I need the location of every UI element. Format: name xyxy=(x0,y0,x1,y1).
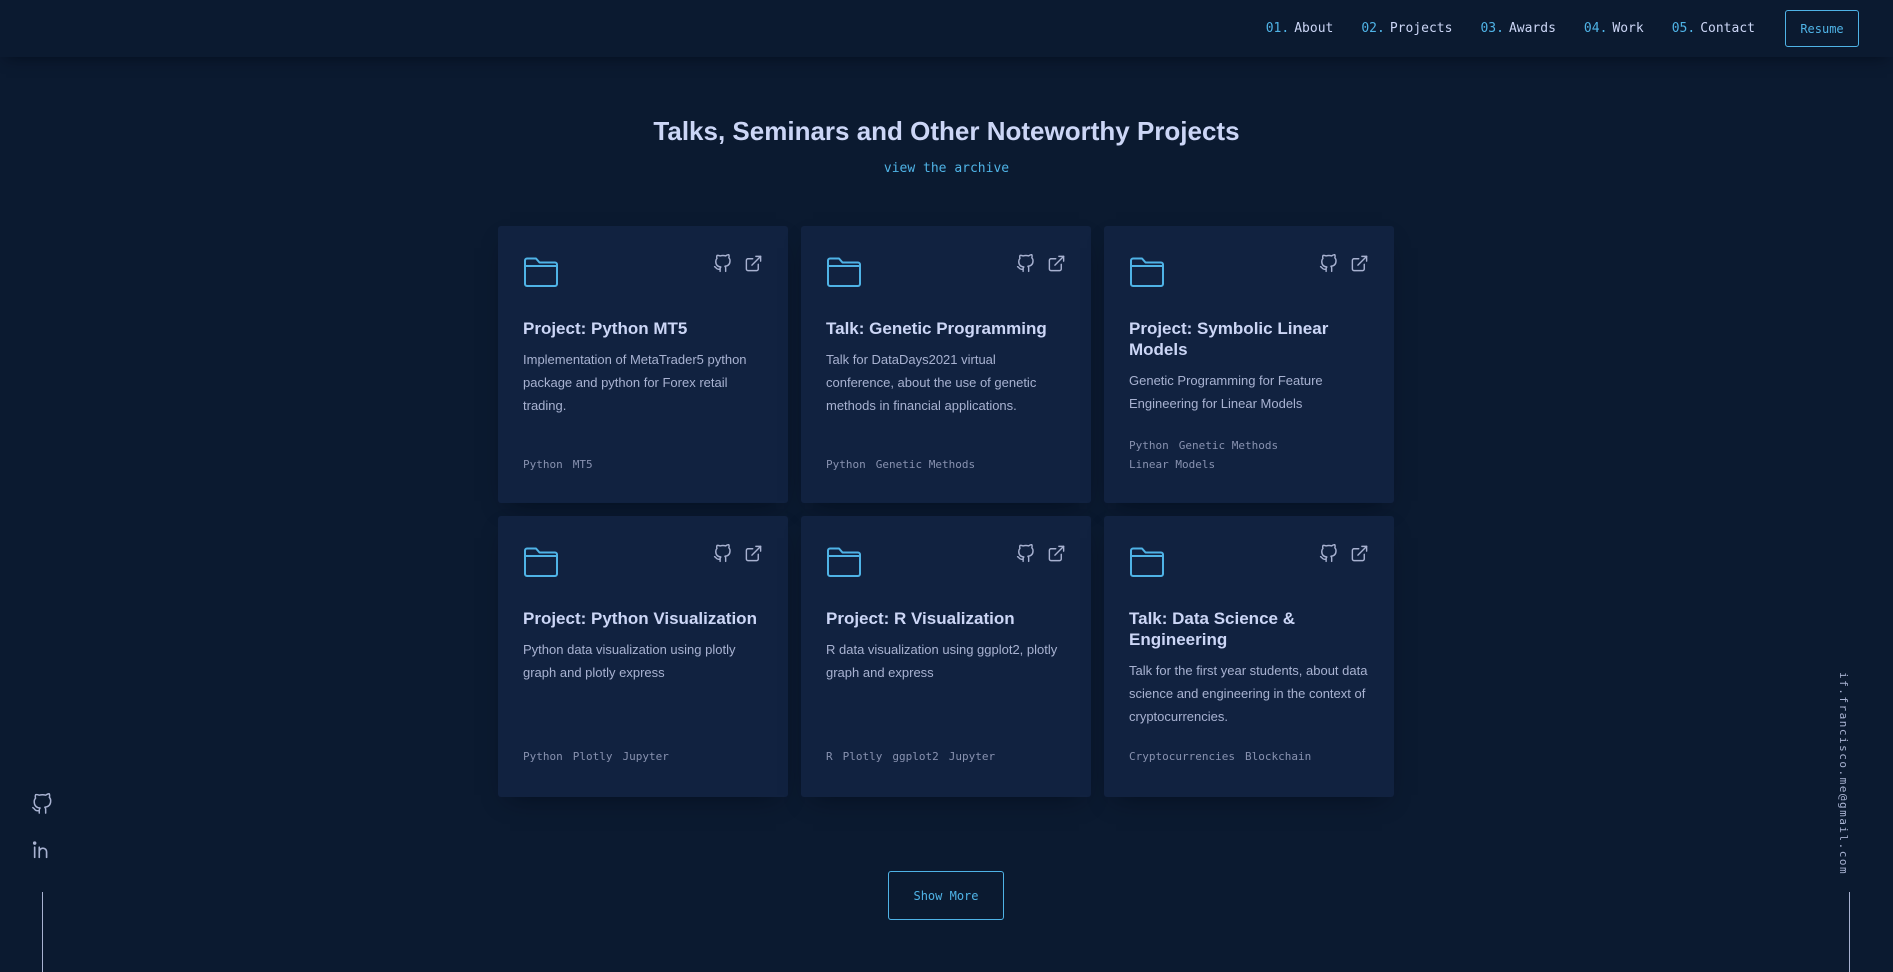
tech-tag-list: Python Genetic Methods Linear Models xyxy=(1129,436,1369,474)
card-links xyxy=(713,544,763,563)
project-card[interactable]: Talk: Genetic Programming Talk for DataDa… xyxy=(801,226,1091,503)
tech-tag: Jupyter xyxy=(622,750,669,763)
tech-tag: Python xyxy=(1129,439,1169,452)
nav-item-number: 05. xyxy=(1671,21,1696,36)
tech-tag-list: Python Genetic Methods xyxy=(826,455,1066,474)
github-icon[interactable] xyxy=(1016,254,1035,273)
project-description: Python data visualization using plotly g… xyxy=(523,642,736,680)
nav-item-number: 04. xyxy=(1583,21,1608,36)
tech-tag: Cryptocurrencies xyxy=(1129,750,1235,763)
tech-tag: ggplot2 xyxy=(892,750,939,763)
card-header xyxy=(826,544,1066,588)
card-header xyxy=(1129,544,1369,588)
nav-item-label: Projects xyxy=(1389,21,1453,36)
project-card[interactable]: Project: Symbolic Linear Models Genetic P… xyxy=(1104,226,1394,503)
project-description: Talk for the first year students, about … xyxy=(1129,663,1368,724)
nav-item-number: 03. xyxy=(1480,21,1504,36)
card-header xyxy=(826,254,1066,298)
tech-tag: Linear Models xyxy=(1129,458,1216,471)
nav-item-label: Awards xyxy=(1508,21,1556,36)
nav-item-about[interactable]: 01. About xyxy=(1266,21,1334,36)
tech-tag-list: Python Plotly Jupyter xyxy=(523,747,763,766)
card-links xyxy=(1016,544,1066,563)
left-vertical-line xyxy=(42,892,43,972)
project-title[interactable]: Project: Python Visualization xyxy=(523,608,763,629)
tech-tag: Plotly xyxy=(572,750,613,763)
folder-icon xyxy=(1129,256,1165,288)
project-card[interactable]: Project: R Visualization R data visualiza… xyxy=(801,516,1091,797)
tech-tag: Python xyxy=(826,458,866,471)
nav-item-number: 01. xyxy=(1265,21,1290,36)
right-vertical-line xyxy=(1849,892,1850,972)
tech-tag: Python xyxy=(523,750,563,763)
external-link-icon[interactable] xyxy=(744,254,763,273)
project-card[interactable]: Project: Python MT5 Implementation of Met… xyxy=(498,226,788,503)
github-icon[interactable] xyxy=(1319,254,1338,273)
tech-tag: R xyxy=(826,750,833,763)
project-card[interactable]: Project: Python Visualization Python data… xyxy=(498,516,788,797)
resume-button[interactable]: Resume xyxy=(1785,10,1859,47)
projects-grid: Project: Python MT5 Implementation of Met… xyxy=(498,226,1394,797)
show-more-button[interactable]: Show More xyxy=(888,871,1004,920)
external-link-icon[interactable] xyxy=(1350,254,1369,273)
email-link[interactable]: if.francisco.me@gmail.com xyxy=(1837,672,1850,875)
tech-tag: Blockchain xyxy=(1244,750,1312,763)
tech-tag-list: Cryptocurrencies Blockchain xyxy=(1129,747,1369,766)
folder-icon xyxy=(1129,546,1165,578)
folder-icon xyxy=(523,546,559,578)
card-header xyxy=(523,544,763,588)
folder-icon xyxy=(826,546,862,578)
project-title[interactable]: Talk: Data Science & Engineering xyxy=(1129,608,1369,650)
view-archive-link[interactable]: view the archive xyxy=(0,161,1893,176)
nav-item-work[interactable]: 04. Work xyxy=(1584,21,1644,36)
nav-item-contact[interactable]: 05. Contact xyxy=(1672,21,1755,36)
top-navbar: 01. About 02. Projects 03. Awards 04. Wo… xyxy=(0,0,1893,57)
card-links xyxy=(1319,254,1369,273)
project-description: Talk for DataDays2021 virtual conference… xyxy=(826,352,1037,413)
tech-tag: Jupyter xyxy=(948,750,996,763)
nav-menu: 01. About 02. Projects 03. Awards 04. Wo… xyxy=(1238,10,1859,47)
project-title[interactable]: Project: R Visualization xyxy=(826,608,1066,629)
tech-tag-list: Python MT5 xyxy=(523,455,763,474)
nav-item-label: Work xyxy=(1612,21,1644,36)
card-header xyxy=(1129,254,1369,298)
project-title[interactable]: Talk: Genetic Programming xyxy=(826,318,1066,339)
folder-icon xyxy=(523,256,559,288)
github-icon[interactable] xyxy=(1319,544,1338,563)
project-title[interactable]: Project: Symbolic Linear Models xyxy=(1129,318,1369,360)
external-link-icon[interactable] xyxy=(1047,254,1066,273)
project-description: Implementation of MetaTrader5 python pac… xyxy=(523,352,747,413)
social-links xyxy=(31,793,55,885)
project-title[interactable]: Project: Python MT5 xyxy=(523,318,763,339)
linkedin-icon[interactable] xyxy=(31,839,53,861)
tech-tag: Genetic Methods xyxy=(875,458,976,471)
card-links xyxy=(1319,544,1369,563)
section-title: Talks, Seminars and Other Noteworthy Pro… xyxy=(653,116,1240,146)
github-icon[interactable] xyxy=(713,544,732,563)
github-icon[interactable] xyxy=(31,793,53,815)
nav-item-label: About xyxy=(1294,21,1334,36)
tech-tag: MT5 xyxy=(572,458,593,471)
github-icon[interactable] xyxy=(1016,544,1035,563)
tech-tag-list: R Plotly ggplot2 Jupyter xyxy=(826,747,1066,766)
folder-icon xyxy=(826,256,862,288)
external-link-icon[interactable] xyxy=(744,544,763,563)
nav-item-projects[interactable]: 02. Projects xyxy=(1361,21,1452,36)
external-link-icon[interactable] xyxy=(1047,544,1066,563)
card-header xyxy=(523,254,763,298)
tech-tag: Plotly xyxy=(842,750,883,763)
card-links xyxy=(713,254,763,273)
external-link-icon[interactable] xyxy=(1350,544,1369,563)
project-description: Genetic Programming for Feature Engineer… xyxy=(1129,373,1323,411)
tech-tag: Genetic Methods xyxy=(1178,439,1279,452)
nav-item-awards[interactable]: 03. Awards xyxy=(1480,21,1555,36)
project-description: R data visualization using ggplot2, plot… xyxy=(826,642,1058,680)
card-links xyxy=(1016,254,1066,273)
nav-item-number: 02. xyxy=(1361,21,1385,36)
nav-item-label: Contact xyxy=(1700,21,1755,36)
project-card[interactable]: Talk: Data Science & Engineering Talk for… xyxy=(1104,516,1394,797)
github-icon[interactable] xyxy=(713,254,732,273)
tech-tag: Python xyxy=(523,458,563,471)
